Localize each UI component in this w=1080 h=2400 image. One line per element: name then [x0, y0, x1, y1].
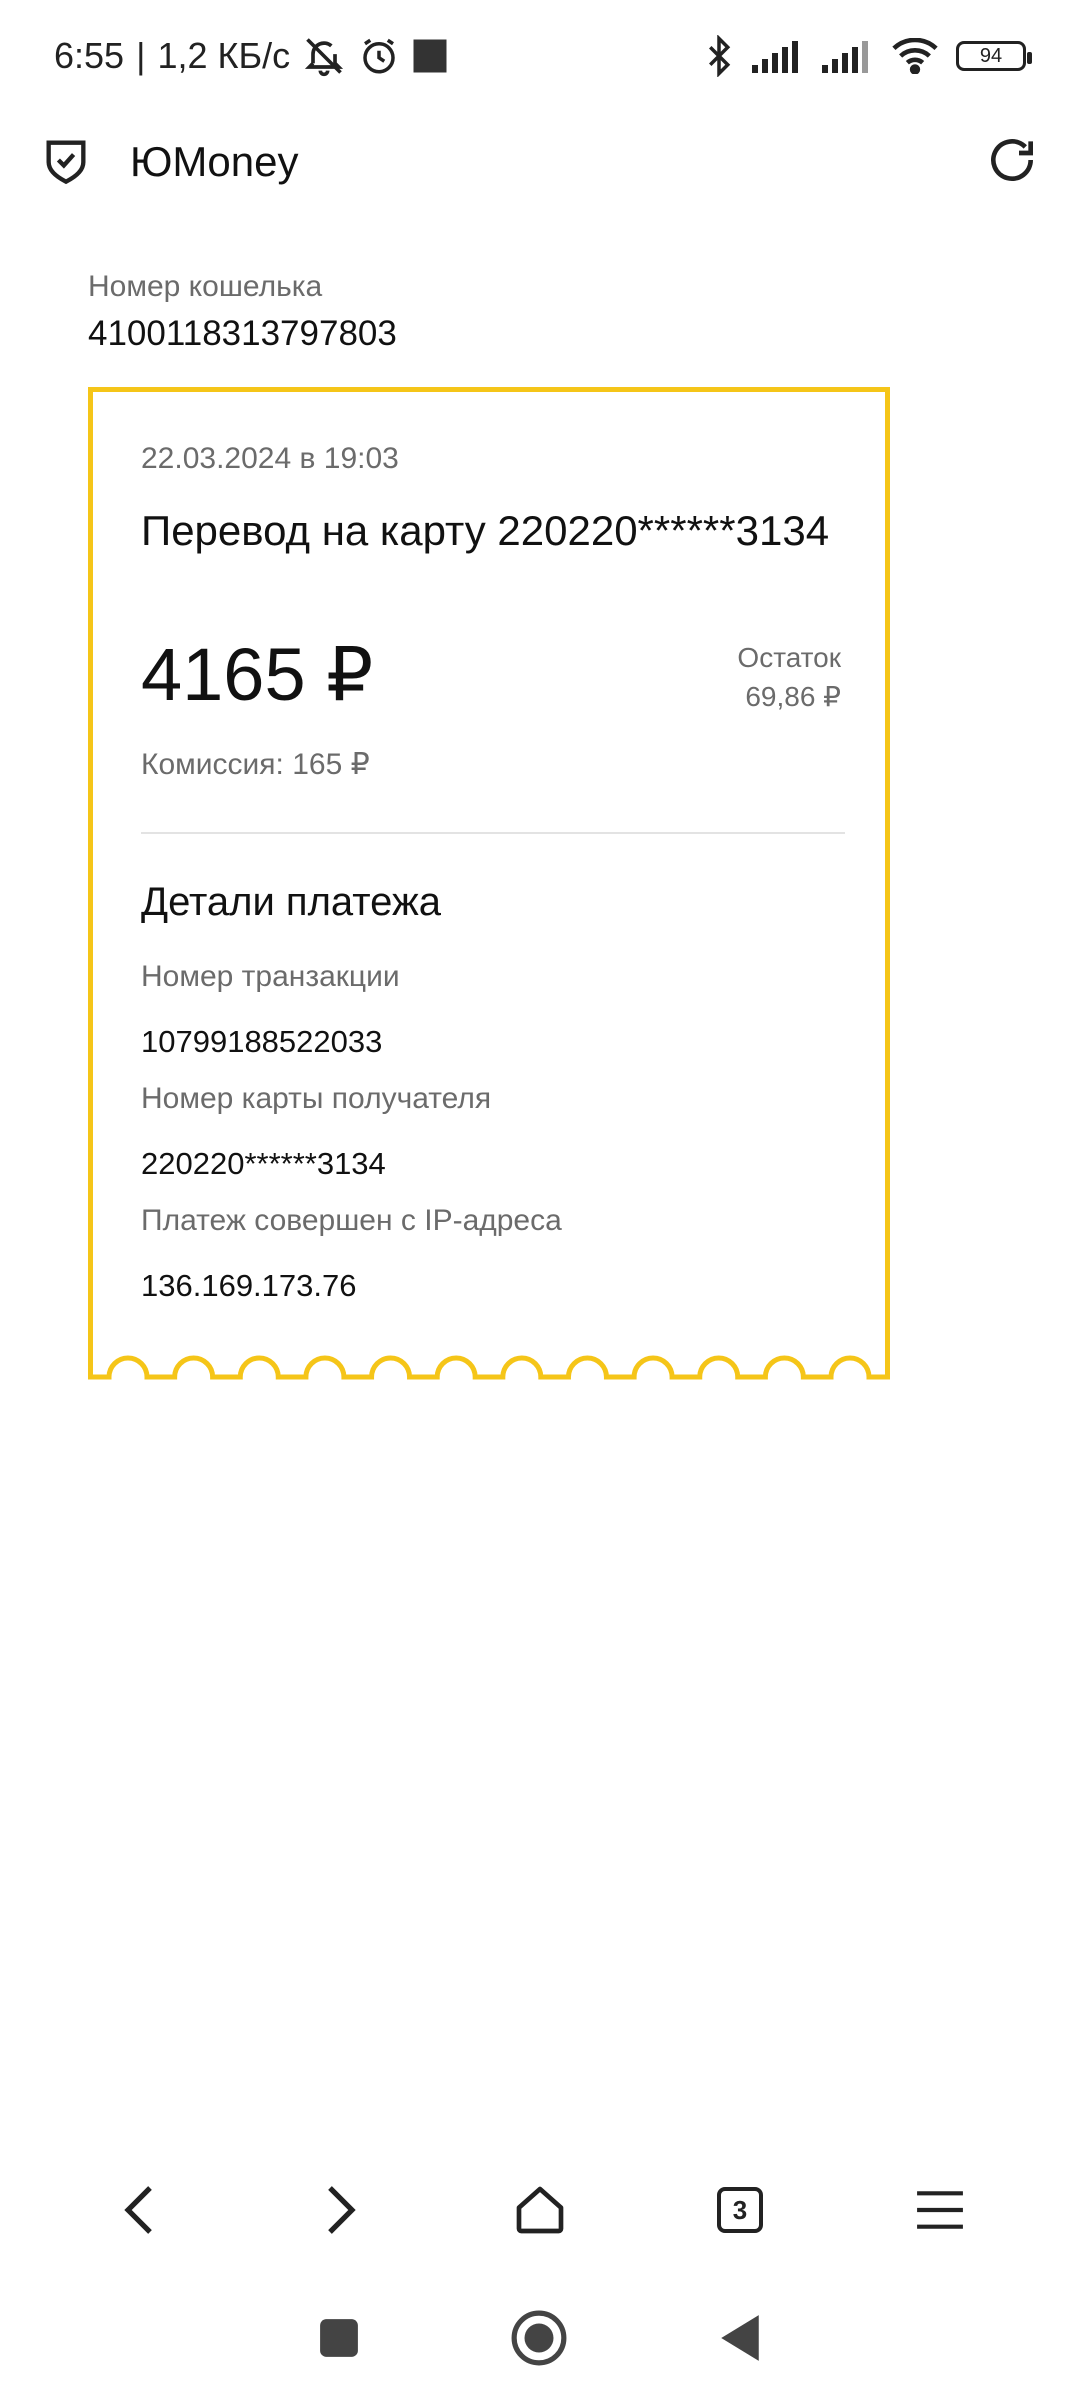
detail-label-transaction: Номер транзакции — [141, 960, 400, 993]
wallet-number: 4100118313797803 — [88, 314, 397, 353]
triangle-back-icon — [721, 2314, 759, 2361]
receipt-date: 22.03.2024 в 19:03 — [141, 442, 399, 475]
receipt-card: 22.03.2024 в 19:03 Перевод на карту 2202… — [88, 387, 890, 1377]
chevron-right-icon — [328, 2186, 356, 2234]
signal-icon — [752, 39, 804, 73]
receipt-amount: 4165 ₽ — [141, 633, 374, 716]
bluetooth-icon — [704, 35, 734, 77]
wallet-label: Номер кошелька — [88, 270, 323, 303]
balance-value: 69,86 ₽ — [745, 681, 841, 712]
status-time: 6:55 — [54, 35, 125, 76]
app-title: ЮMoney — [130, 138, 299, 185]
home-button[interactable] — [480, 2150, 600, 2270]
recents-button[interactable] — [318, 2317, 360, 2364]
details-title: Детали платежа — [141, 880, 441, 924]
detail-value-transaction: 10799188522033 — [141, 1024, 383, 1059]
circle-icon — [511, 2310, 567, 2365]
signal-icon-2 — [822, 39, 874, 73]
home-icon — [516, 2186, 564, 2234]
alarm-icon — [358, 35, 400, 77]
battery-level: 94 — [979, 44, 1003, 67]
status-network-speed: 1,2 КБ/с — [157, 35, 291, 76]
shield-check-icon — [40, 134, 92, 191]
browser-nav-bar: 3 — [0, 2150, 1080, 2270]
back-button[interactable] — [80, 2150, 200, 2270]
hamburger-menu-icon — [917, 2191, 963, 2229]
detail-value-card: 220220******3134 — [141, 1146, 386, 1181]
receipt-title: Перевод на карту 220220******3134 — [141, 507, 830, 554]
square-icon — [320, 2318, 358, 2357]
system-home-button[interactable] — [510, 2309, 568, 2372]
detail-label-ip: Платеж совершен с IP-адреса — [141, 1204, 562, 1237]
wifi-icon — [892, 38, 938, 74]
battery-icon: 94 — [956, 41, 1032, 71]
receipt-scalloped-edge — [88, 1340, 890, 1380]
status-left: 6:55 | 1,2 КБ/с — [54, 34, 448, 78]
refresh-icon[interactable] — [984, 132, 1040, 193]
system-nav-bar — [0, 2280, 1080, 2400]
status-bar: 6:55 | 1,2 КБ/с 94 — [0, 0, 1080, 112]
receipt-fee: Комиссия: 165 ₽ — [141, 748, 370, 781]
forward-button[interactable] — [280, 2150, 400, 2270]
system-back-button[interactable] — [718, 2313, 762, 2368]
status-separator: | — [136, 35, 146, 76]
tabs-count: 3 — [717, 2187, 763, 2233]
detail-label-card: Номер карты получателя — [141, 1082, 492, 1115]
tabs-button[interactable]: 3 — [680, 2150, 800, 2270]
balance-label: Остаток — [737, 642, 841, 673]
menu-button[interactable] — [880, 2150, 1000, 2270]
bell-muted-icon — [302, 34, 346, 78]
receipt-divider — [141, 832, 845, 834]
chevron-left-icon — [124, 2186, 152, 2234]
notification-square-icon — [412, 38, 448, 74]
app-header: ЮMoney — [0, 112, 1080, 212]
status-right: 94 — [704, 35, 1032, 77]
detail-value-ip: 136.169.173.76 — [141, 1268, 357, 1303]
